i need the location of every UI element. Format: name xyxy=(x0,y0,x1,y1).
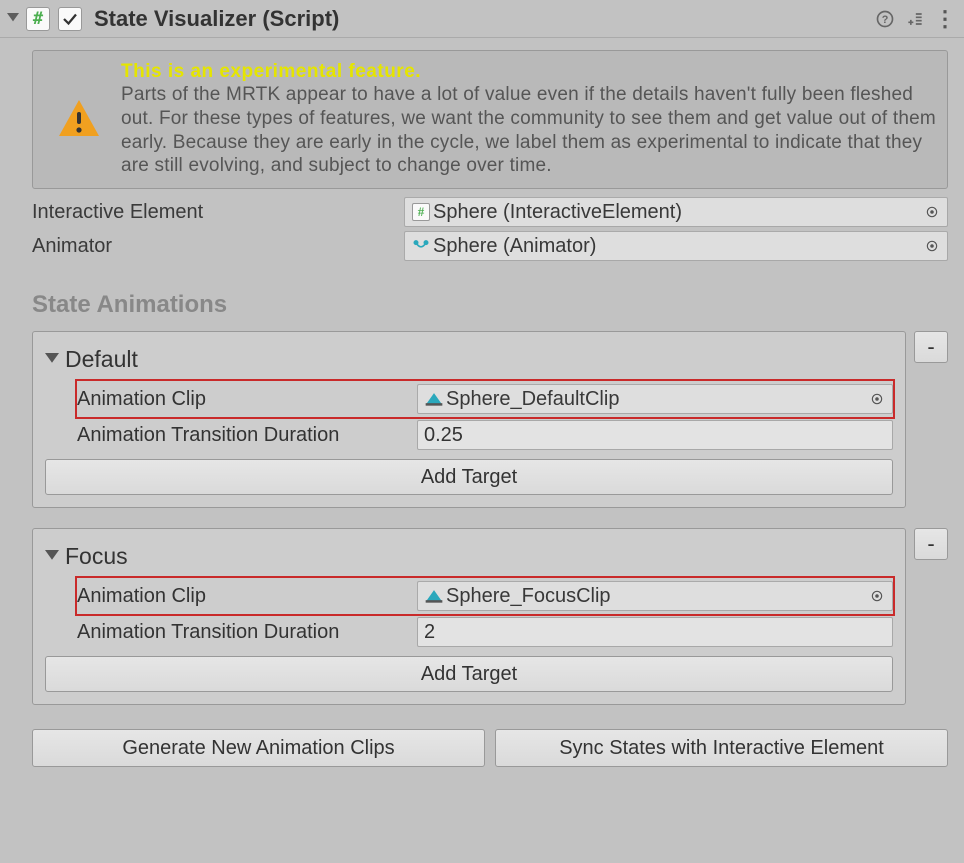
warning-title: This is an experimental feature. xyxy=(121,61,421,82)
script-icon: # xyxy=(26,7,50,31)
interactive-element-label: Interactive Element xyxy=(32,201,404,224)
transition-duration-input-default[interactable] xyxy=(417,420,893,450)
interactive-element-field[interactable]: # Sphere (InteractiveElement) xyxy=(404,197,948,227)
state-box-focus: Focus Animation Clip Sphere_FocusClip xyxy=(32,528,906,705)
enable-checkbox[interactable] xyxy=(58,7,82,31)
add-target-button[interactable]: Add Target xyxy=(45,656,893,692)
more-icon[interactable]: ⋮ xyxy=(930,8,960,30)
animator-field[interactable]: Sphere (Animator) xyxy=(404,231,948,261)
animation-clip-label: Animation Clip xyxy=(77,585,417,608)
transition-duration-input-focus[interactable] xyxy=(417,617,893,647)
animation-clip-value: Sphere_DefaultClip xyxy=(446,388,866,411)
component-title: State Visualizer (Script) xyxy=(88,6,870,32)
sync-states-button[interactable]: Sync States with Interactive Element xyxy=(495,729,948,767)
state-header-default[interactable]: Default xyxy=(45,346,893,373)
component-foldout[interactable] xyxy=(4,13,22,25)
preset-icon[interactable] xyxy=(900,9,930,29)
remove-state-button[interactable]: - xyxy=(914,528,948,560)
component-header: # State Visualizer (Script) ? ⋮ xyxy=(0,0,964,38)
interactive-element-value: Sphere (InteractiveElement) xyxy=(433,201,921,224)
state-name: Default xyxy=(65,346,138,373)
animation-clip-value: Sphere_FocusClip xyxy=(446,585,866,608)
animation-clip-icon xyxy=(422,588,446,604)
animation-clip-icon xyxy=(422,391,446,407)
generate-clips-button[interactable]: Generate New Animation Clips xyxy=(32,729,485,767)
state-name: Focus xyxy=(65,543,128,570)
state-animations-header: State Animations xyxy=(32,291,948,319)
warning-body: Parts of the MRTK appear to have a lot o… xyxy=(121,84,936,176)
remove-state-button[interactable]: - xyxy=(914,331,948,363)
object-picker-icon[interactable] xyxy=(866,589,888,603)
state-header-focus[interactable]: Focus xyxy=(45,543,893,570)
object-picker-icon[interactable] xyxy=(921,205,943,219)
script-icon-small: # xyxy=(409,203,433,221)
help-icon[interactable]: ? xyxy=(870,9,900,29)
animation-clip-field-focus[interactable]: Sphere_FocusClip xyxy=(417,581,893,611)
object-picker-icon[interactable] xyxy=(921,239,943,253)
warning-icon xyxy=(55,96,103,144)
transition-duration-label: Animation Transition Duration xyxy=(77,424,417,447)
animator-icon xyxy=(409,237,433,255)
state-box-default: Default Animation Clip Sphere_DefaultCli… xyxy=(32,331,906,508)
animation-clip-field-default[interactable]: Sphere_DefaultClip xyxy=(417,384,893,414)
add-target-button[interactable]: Add Target xyxy=(45,459,893,495)
experimental-warning-box: This is an experimental feature. Parts o… xyxy=(32,50,948,189)
animator-value: Sphere (Animator) xyxy=(433,235,921,258)
animation-clip-label: Animation Clip xyxy=(77,388,417,411)
animator-label: Animator xyxy=(32,235,404,258)
transition-duration-label: Animation Transition Duration xyxy=(77,621,417,644)
svg-text:?: ? xyxy=(882,14,889,26)
object-picker-icon[interactable] xyxy=(866,392,888,406)
